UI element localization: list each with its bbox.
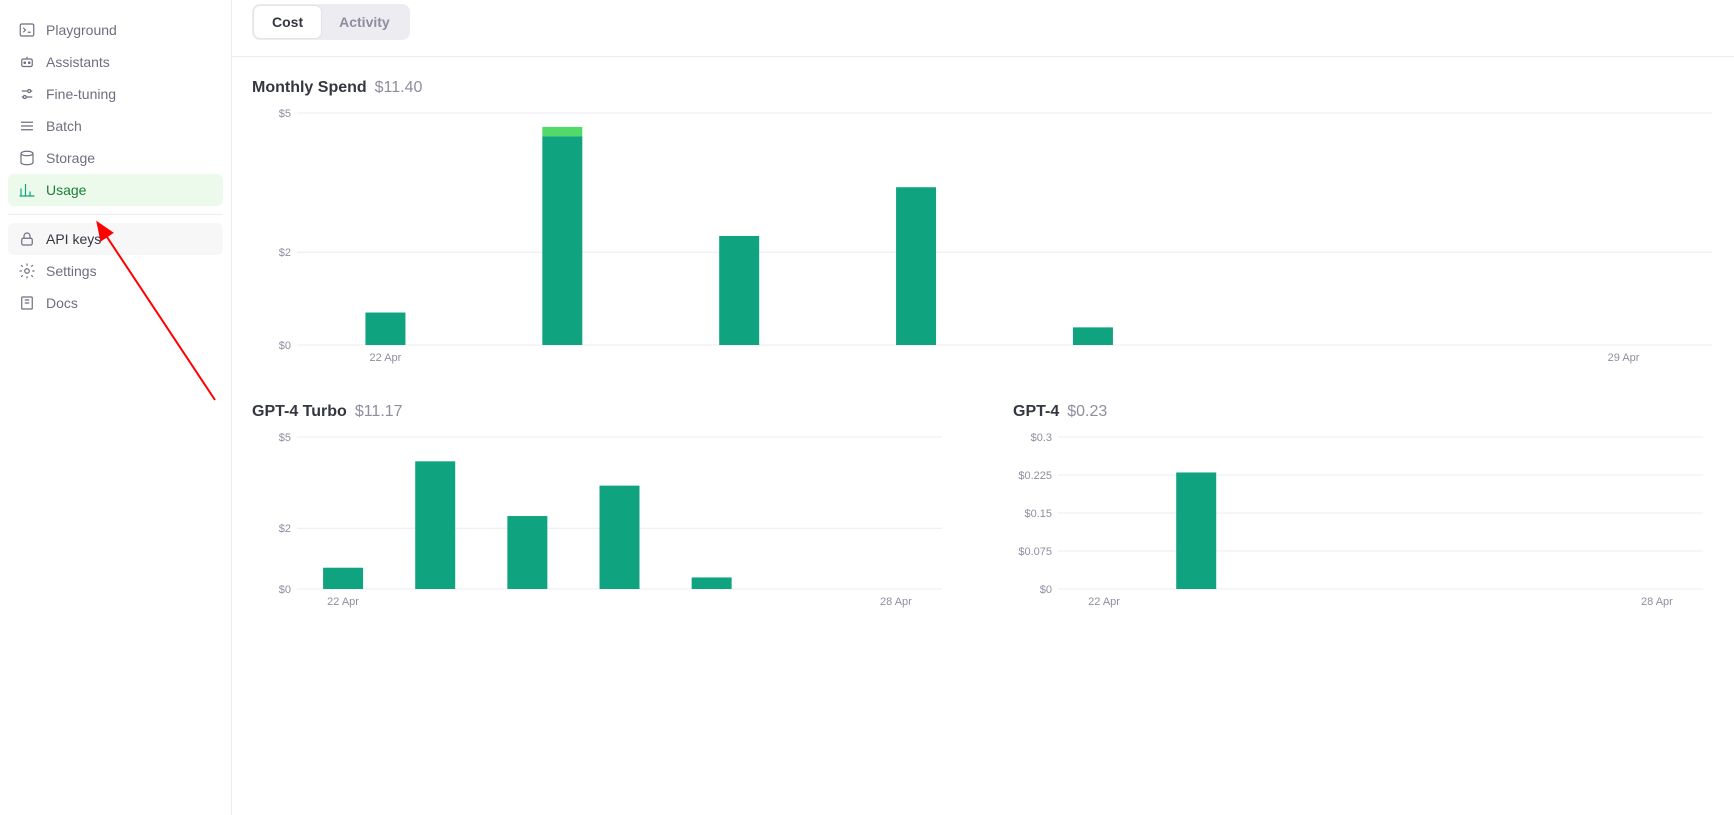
chart-title: GPT-4: [1013, 403, 1059, 421]
svg-text:$0: $0: [1040, 584, 1052, 596]
book-icon: [18, 294, 36, 312]
svg-text:28 Apr: 28 Apr: [1641, 596, 1673, 608]
chart-bar[interactable]: [719, 236, 759, 345]
svg-text:$2: $2: [279, 523, 291, 535]
stack-icon: [18, 117, 36, 135]
tab-activity[interactable]: Activity: [321, 6, 408, 38]
chart-canvas: $0 $2 $5 22 Apr 29 Apr: [252, 107, 1734, 367]
chart-bar[interactable]: [365, 313, 405, 345]
svg-text:28 Apr: 28 Apr: [880, 596, 912, 608]
sidebar-item-label: Docs: [46, 295, 78, 311]
sidebar-item-usage[interactable]: Usage: [8, 174, 223, 206]
svg-text:$0.075: $0.075: [1018, 546, 1052, 558]
sidebar-item-label: Assistants: [46, 54, 110, 70]
chart-bar[interactable]: [507, 516, 547, 589]
svg-text:$0: $0: [279, 584, 291, 596]
gear-icon: [18, 262, 36, 280]
content-area: Monthly Spend $11.40 $0$2$522 Apr29 Apr …: [232, 57, 1734, 647]
sidebar-item-batch[interactable]: Batch: [8, 110, 223, 142]
chart-bar[interactable]: [415, 461, 455, 589]
sidebar-item-playground[interactable]: Playground: [8, 14, 223, 46]
sidebar-item-api-keys[interactable]: API keys: [8, 223, 223, 255]
sidebar-item-docs[interactable]: Docs: [8, 287, 223, 319]
sidebar-item-fine-tuning[interactable]: Fine-tuning: [8, 78, 223, 110]
sidebar-item-label: Usage: [46, 182, 86, 198]
sidebar-item-label: Fine-tuning: [46, 86, 116, 102]
chart-icon: [18, 181, 36, 199]
terminal-icon: [18, 21, 36, 39]
chart-canvas: $0 $2 $5 22 Apr 28 Apr: [252, 431, 973, 611]
svg-text:$0.225: $0.225: [1018, 470, 1052, 482]
sidebar-item-label: Batch: [46, 118, 82, 134]
chart-bar[interactable]: [692, 577, 732, 589]
chart-amount: $11.40: [375, 79, 423, 97]
sidebar-section-2: API keys Settings Docs: [8, 223, 223, 319]
svg-text:22 Apr: 22 Apr: [370, 352, 402, 364]
chart-gpt4: GPT-4 $0.23 $0 $0.075 $0.15 $0.225 $0.3 22 Ap…: [1013, 403, 1734, 611]
tabs-row: Cost Activity: [232, 4, 1734, 56]
chart-canvas: $0 $0.075 $0.15 $0.225 $0.3 22 Apr 28 Apr: [1013, 431, 1734, 611]
lock-icon: [18, 230, 36, 248]
chart-title: GPT-4 Turbo: [252, 403, 347, 421]
sidebar-item-label: Playground: [46, 22, 117, 38]
svg-text:$2: $2: [279, 247, 291, 259]
sidebar-divider: [8, 214, 223, 215]
chart-monthly-spend: Monthly Spend $11.40 $0 $2 $5 22 Apr 29 Apr: [252, 79, 1734, 367]
svg-text:22 Apr: 22 Apr: [1088, 596, 1120, 608]
svg-text:$0: $0: [279, 340, 291, 352]
sidebar-section-1: Playground Assistants Fine-tuning Batch: [8, 14, 223, 206]
svg-text:$5: $5: [279, 432, 291, 444]
sidebar-item-label: Storage: [46, 150, 95, 166]
robot-icon: [18, 53, 36, 71]
sidebar-item-label: API keys: [46, 231, 101, 247]
chart-bar[interactable]: [1176, 472, 1216, 589]
svg-text:$0.15: $0.15: [1024, 508, 1052, 520]
charts-row: GPT-4 Turbo $11.17 $0 $2 $5 22 Apr 28 Apr GP…: [252, 403, 1734, 647]
svg-text:22 Apr: 22 Apr: [327, 596, 359, 608]
chart-amount: $0.23: [1067, 403, 1107, 421]
chart-bar[interactable]: [542, 136, 582, 345]
sliders-icon: [18, 85, 36, 103]
sidebar: Playground Assistants Fine-tuning Batch: [0, 0, 232, 815]
svg-text:29 Apr: 29 Apr: [1608, 352, 1640, 364]
chart-bar[interactable]: [542, 127, 582, 136]
main-panel: Cost Activity Monthly Spend $11.40 $0$2$…: [232, 0, 1734, 815]
svg-text:$5: $5: [279, 108, 291, 120]
sidebar-item-assistants[interactable]: Assistants: [8, 46, 223, 78]
chart-bar[interactable]: [600, 486, 640, 589]
app-root: Playground Assistants Fine-tuning Batch: [0, 0, 1734, 815]
svg-text:$0.3: $0.3: [1031, 432, 1052, 444]
chart-bar[interactable]: [896, 187, 936, 345]
tabs-group: Cost Activity: [252, 4, 410, 40]
chart-gpt4-turbo: GPT-4 Turbo $11.17 $0 $2 $5 22 Apr 28 Apr: [252, 403, 973, 611]
database-icon: [18, 149, 36, 167]
chart-bar[interactable]: [1073, 327, 1113, 345]
sidebar-item-label: Settings: [46, 263, 97, 279]
chart-title: Monthly Spend: [252, 79, 367, 97]
sidebar-item-settings[interactable]: Settings: [8, 255, 223, 287]
tab-cost[interactable]: Cost: [254, 6, 321, 38]
chart-bar[interactable]: [323, 568, 363, 589]
chart-amount: $11.17: [355, 403, 403, 421]
sidebar-item-storage[interactable]: Storage: [8, 142, 223, 174]
